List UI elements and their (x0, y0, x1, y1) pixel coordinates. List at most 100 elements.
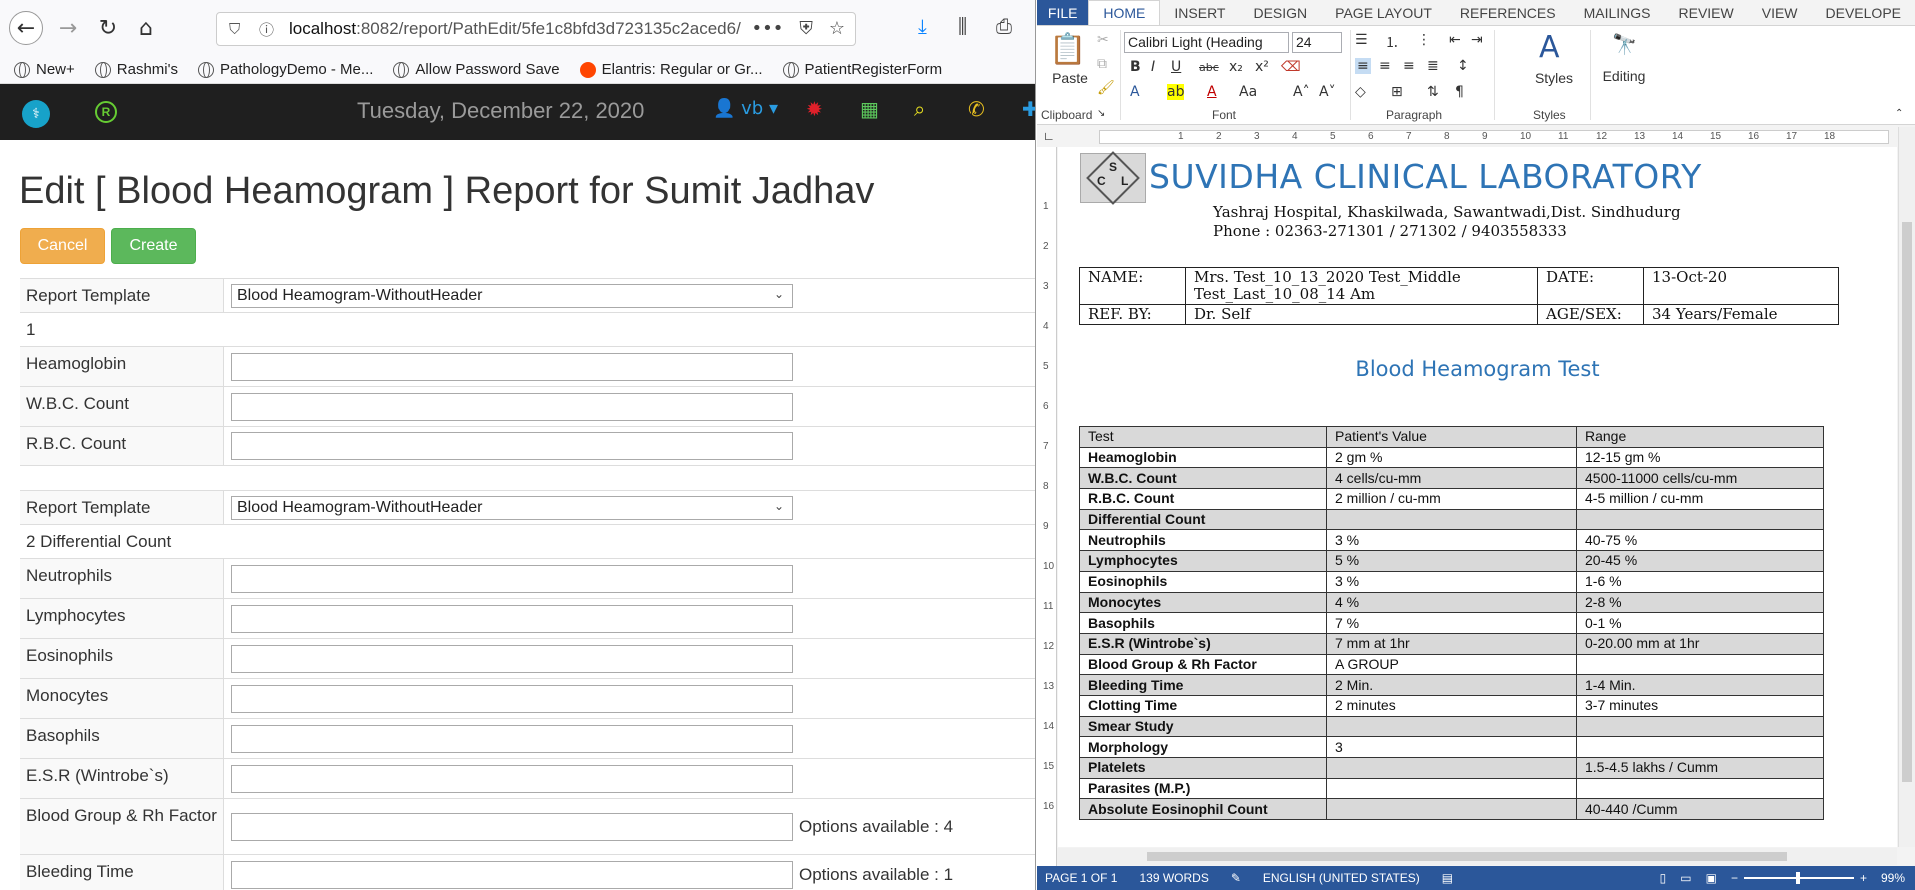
lymphocytes-input[interactable] (231, 604, 793, 633)
document-page[interactable]: S C L SUVIDHA CLINICAL LABORATORY Yashra… (1058, 147, 1897, 847)
paste-icon[interactable]: 📋 (1049, 32, 1086, 67)
report-template-select[interactable]: Blood Heamogram-WithoutHeader ⌄ (231, 495, 793, 520)
phone-icon[interactable]: ✆ (968, 97, 985, 121)
subscript-icon[interactable]: x₂ (1229, 59, 1243, 75)
bookmark-item[interactable]: Rashmi's (94, 61, 178, 78)
change-case-icon[interactable]: Aa (1239, 84, 1257, 100)
align-left-icon[interactable]: ≡ (1355, 58, 1371, 74)
sort-icon[interactable]: ⇅ (1427, 84, 1439, 100)
zoom-slider[interactable] (1743, 872, 1854, 884)
align-center-icon[interactable]: ≡ (1379, 58, 1391, 74)
bookmark-item[interactable]: PathologyDemo - Me... (198, 61, 373, 78)
increase-indent-icon[interactable]: ⇥ (1471, 32, 1483, 48)
paste-label[interactable]: Paste (1045, 70, 1095, 86)
table-icon[interactable]: ▦ (860, 97, 879, 121)
language[interactable]: ENGLISH (UNITED STATES) (1263, 871, 1420, 885)
bookmark-item[interactable]: New+ (14, 61, 75, 78)
page-count[interactable]: PAGE 1 OF 1 (1045, 871, 1117, 885)
vertical-scrollbar[interactable] (1898, 127, 1915, 847)
borders-icon[interactable]: ⊞ (1391, 84, 1403, 100)
back-button[interactable]: ← (9, 11, 43, 45)
show-marks-icon[interactable]: ¶ (1455, 84, 1464, 100)
home-button[interactable]: ⌂ (130, 12, 162, 44)
wbc-count-input[interactable] (231, 392, 793, 421)
macro-icon[interactable]: ▤ (1442, 871, 1453, 885)
url-bar[interactable]: ⛉ ⓘ localhost:8082/report/PathEdit/5fe1c… (216, 12, 856, 46)
align-right-icon[interactable]: ≡ (1403, 58, 1415, 74)
superscript-icon[interactable]: x² (1255, 59, 1269, 75)
bookmark-item[interactable]: Elantris: Regular or Gr... (579, 61, 763, 78)
multilevel-list-icon[interactable]: ⋮ (1417, 32, 1431, 48)
rbc-count-input[interactable] (231, 432, 793, 460)
tab-design[interactable]: DESIGN (1239, 0, 1321, 25)
scroll-thumb[interactable] (1902, 222, 1912, 782)
forward-button[interactable]: → (52, 12, 84, 44)
copy-icon[interactable]: ⧉ (1097, 56, 1107, 72)
esr-input[interactable] (231, 764, 793, 793)
font-color-icon[interactable]: A (1207, 84, 1217, 100)
r-logo-icon[interactable]: R (95, 101, 117, 123)
zoom-thumb[interactable] (1795, 872, 1800, 884)
styles-label[interactable]: Styles (1524, 70, 1584, 86)
settings-gear-icon[interactable]: ✹ (806, 97, 823, 121)
highlight-icon[interactable]: ab (1167, 84, 1185, 100)
styles-icon[interactable]: A (1539, 30, 1560, 65)
tab-review[interactable]: REVIEW (1665, 0, 1748, 25)
scroll-thumb[interactable] (1147, 852, 1787, 861)
editing-label[interactable]: Editing (1594, 68, 1654, 84)
text-effects-icon[interactable]: A (1130, 84, 1140, 100)
blood-group-input[interactable] (231, 812, 793, 841)
more-actions-icon[interactable]: ••• (752, 18, 784, 39)
cut-icon[interactable]: ✂ (1097, 32, 1109, 48)
monocytes-input[interactable] (231, 684, 793, 713)
horizontal-scrollbar[interactable] (1057, 848, 1897, 865)
bold-icon[interactable]: B (1130, 59, 1141, 75)
tab-insert[interactable]: INSERT (1160, 0, 1239, 25)
strikethrough-icon[interactable]: abc (1199, 61, 1219, 74)
heamoglobin-input[interactable] (231, 352, 793, 381)
word-count[interactable]: 139 WORDS (1139, 871, 1208, 885)
cancel-button[interactable]: Cancel (20, 228, 105, 264)
tab-developer[interactable]: DEVELOPE (1812, 0, 1915, 25)
report-template-select[interactable]: Blood Heamogram-WithoutHeader ⌄ (231, 283, 793, 308)
zoom-out-icon[interactable]: − (1731, 871, 1738, 885)
tab-file[interactable]: FILE (1037, 0, 1089, 25)
line-spacing-icon[interactable]: ↕ (1457, 58, 1469, 74)
zoom-level[interactable]: 99% (1881, 871, 1905, 885)
basophils-input[interactable] (231, 724, 793, 753)
web-layout-icon[interactable]: ▣ (1706, 871, 1717, 885)
neutrophils-input[interactable] (231, 564, 793, 593)
format-painter-icon[interactable]: 🖌 (1097, 80, 1115, 96)
download-icon[interactable]: ⤓ (918, 14, 927, 38)
reload-button[interactable]: ↻ (92, 12, 124, 44)
print-layout-icon[interactable]: ▭ (1680, 871, 1691, 885)
bleeding-time-input[interactable] (231, 860, 793, 889)
proofing-icon[interactable]: ✎ (1231, 871, 1241, 885)
create-button[interactable]: Create (111, 228, 196, 264)
search-icon[interactable]: ⌕ (914, 97, 925, 121)
font-name-box[interactable]: Calibri Light (Heading (1124, 32, 1289, 53)
tab-mailings[interactable]: MAILINGS (1570, 0, 1665, 25)
tab-references[interactable]: REFERENCES (1446, 0, 1570, 25)
read-mode-icon[interactable]: ▯ (1660, 871, 1667, 885)
shrink-font-icon[interactable]: A˅ (1319, 84, 1336, 100)
print-icon[interactable]: ⎙ (996, 14, 1012, 38)
shading-icon[interactable]: ◇ (1355, 84, 1366, 100)
tab-page-layout[interactable]: PAGE LAYOUT (1321, 0, 1446, 25)
tab-view[interactable]: VIEW (1748, 0, 1812, 25)
font-size-box[interactable]: 24 (1292, 32, 1342, 53)
zoom-in-icon[interactable]: + (1860, 871, 1867, 885)
clear-formatting-icon[interactable]: ⌫ (1281, 59, 1301, 75)
decrease-indent-icon[interactable]: ⇤ (1449, 32, 1461, 48)
bullets-icon[interactable]: ☰ (1355, 32, 1368, 48)
tab-selector-icon[interactable]: ∟ (1043, 129, 1055, 143)
justify-icon[interactable]: ≣ (1427, 58, 1439, 74)
bookmark-item[interactable]: PatientRegisterForm (782, 61, 942, 78)
dialog-launcher-icon[interactable]: ↘ (1097, 108, 1105, 119)
italic-icon[interactable]: I (1151, 59, 1155, 75)
tab-home[interactable]: HOME (1088, 0, 1161, 25)
add-icon[interactable]: ✚ (1022, 97, 1035, 121)
bookmark-item[interactable]: Allow Password Save (393, 61, 560, 78)
opd-logo-icon[interactable]: ⚕ (22, 100, 50, 128)
library-icon[interactable]: ⫼ (958, 14, 967, 38)
